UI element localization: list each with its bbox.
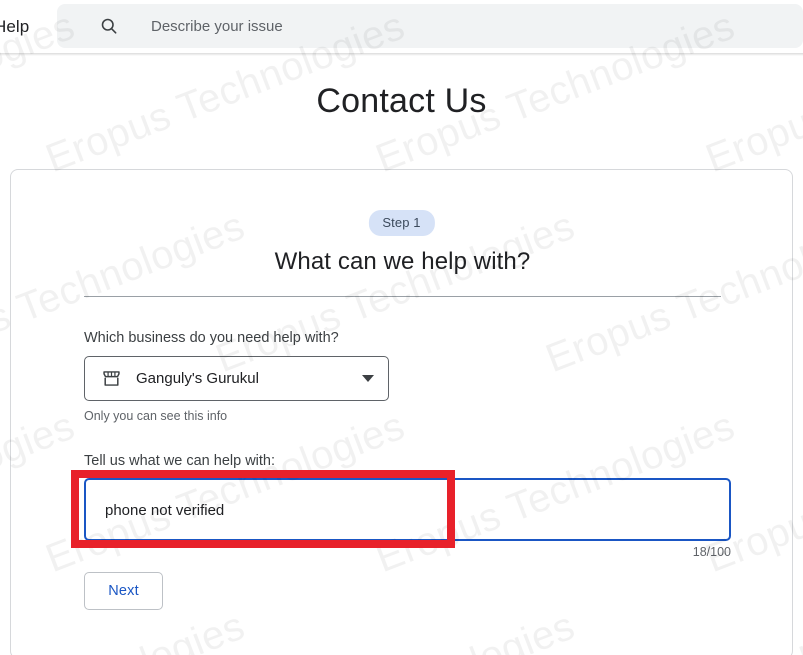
chevron-down-icon[interactable] xyxy=(362,375,374,382)
search-icon xyxy=(101,18,117,34)
page-title: Contact Us xyxy=(316,82,487,120)
business-select-value: Ganguly's Gurukul xyxy=(136,370,259,387)
business-select[interactable]: Ganguly's Gurukul xyxy=(84,356,389,401)
header-bar: Help xyxy=(0,0,803,56)
issue-textarea[interactable] xyxy=(86,480,729,539)
issue-textarea-wrapper[interactable] xyxy=(84,478,731,541)
store-icon xyxy=(103,371,120,386)
search-box[interactable] xyxy=(57,4,803,48)
issue-field-label: Tell us what we can help with: xyxy=(84,453,276,469)
contact-form-card: Step 1 What can we help with? Which busi… xyxy=(10,169,793,655)
character-counter: 18/100 xyxy=(692,545,731,559)
business-privacy-hint: Only you can see this info xyxy=(84,409,228,423)
business-field-label: Which business do you need help with? xyxy=(84,330,339,346)
search-input[interactable] xyxy=(151,11,711,41)
help-link[interactable]: Help xyxy=(0,17,29,37)
step-badge: Step 1 xyxy=(368,210,435,236)
next-button[interactable]: Next xyxy=(84,572,163,610)
divider xyxy=(84,296,721,297)
step-heading: What can we help with? xyxy=(274,248,531,275)
